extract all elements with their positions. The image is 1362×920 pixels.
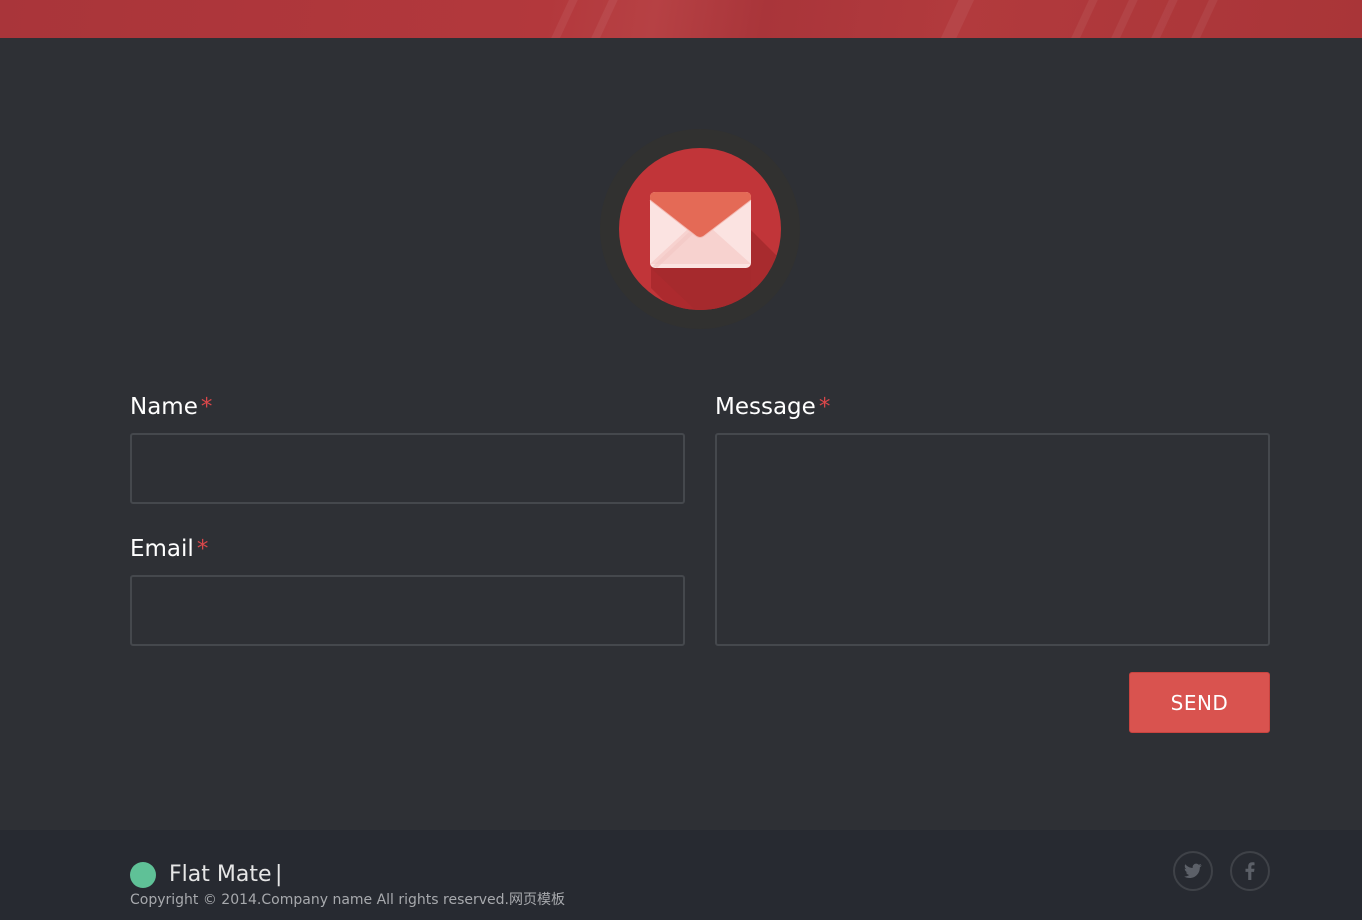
twitter-icon [1184, 863, 1202, 879]
copyright-text: Copyright © 2014.Company name All rights… [130, 892, 565, 908]
required-asterisk: * [200, 394, 213, 420]
mail-badge [600, 129, 800, 329]
send-button[interactable]: SEND [1129, 672, 1270, 733]
email-input[interactable] [130, 575, 685, 646]
brand-separator: | [275, 862, 283, 887]
name-label: Name * [130, 393, 212, 421]
required-asterisk: * [196, 536, 209, 562]
email-label: Email * [130, 535, 208, 563]
message-label: Message * [715, 393, 830, 421]
message-label-text: Message [715, 394, 816, 420]
message-textarea[interactable] [715, 433, 1270, 646]
brand-logo-dot [130, 862, 156, 888]
email-label-text: Email [130, 536, 194, 562]
name-input[interactable] [130, 433, 685, 504]
facebook-icon [1245, 862, 1255, 880]
brand-name[interactable]: Flat Mate [169, 861, 272, 889]
facebook-button[interactable] [1230, 851, 1270, 891]
required-asterisk: * [818, 394, 831, 420]
twitter-button[interactable] [1173, 851, 1213, 891]
name-label-text: Name [130, 394, 198, 420]
envelope-graphic [649, 192, 781, 310]
envelope-icon [619, 148, 781, 310]
hero-banner-strip [0, 0, 1362, 38]
